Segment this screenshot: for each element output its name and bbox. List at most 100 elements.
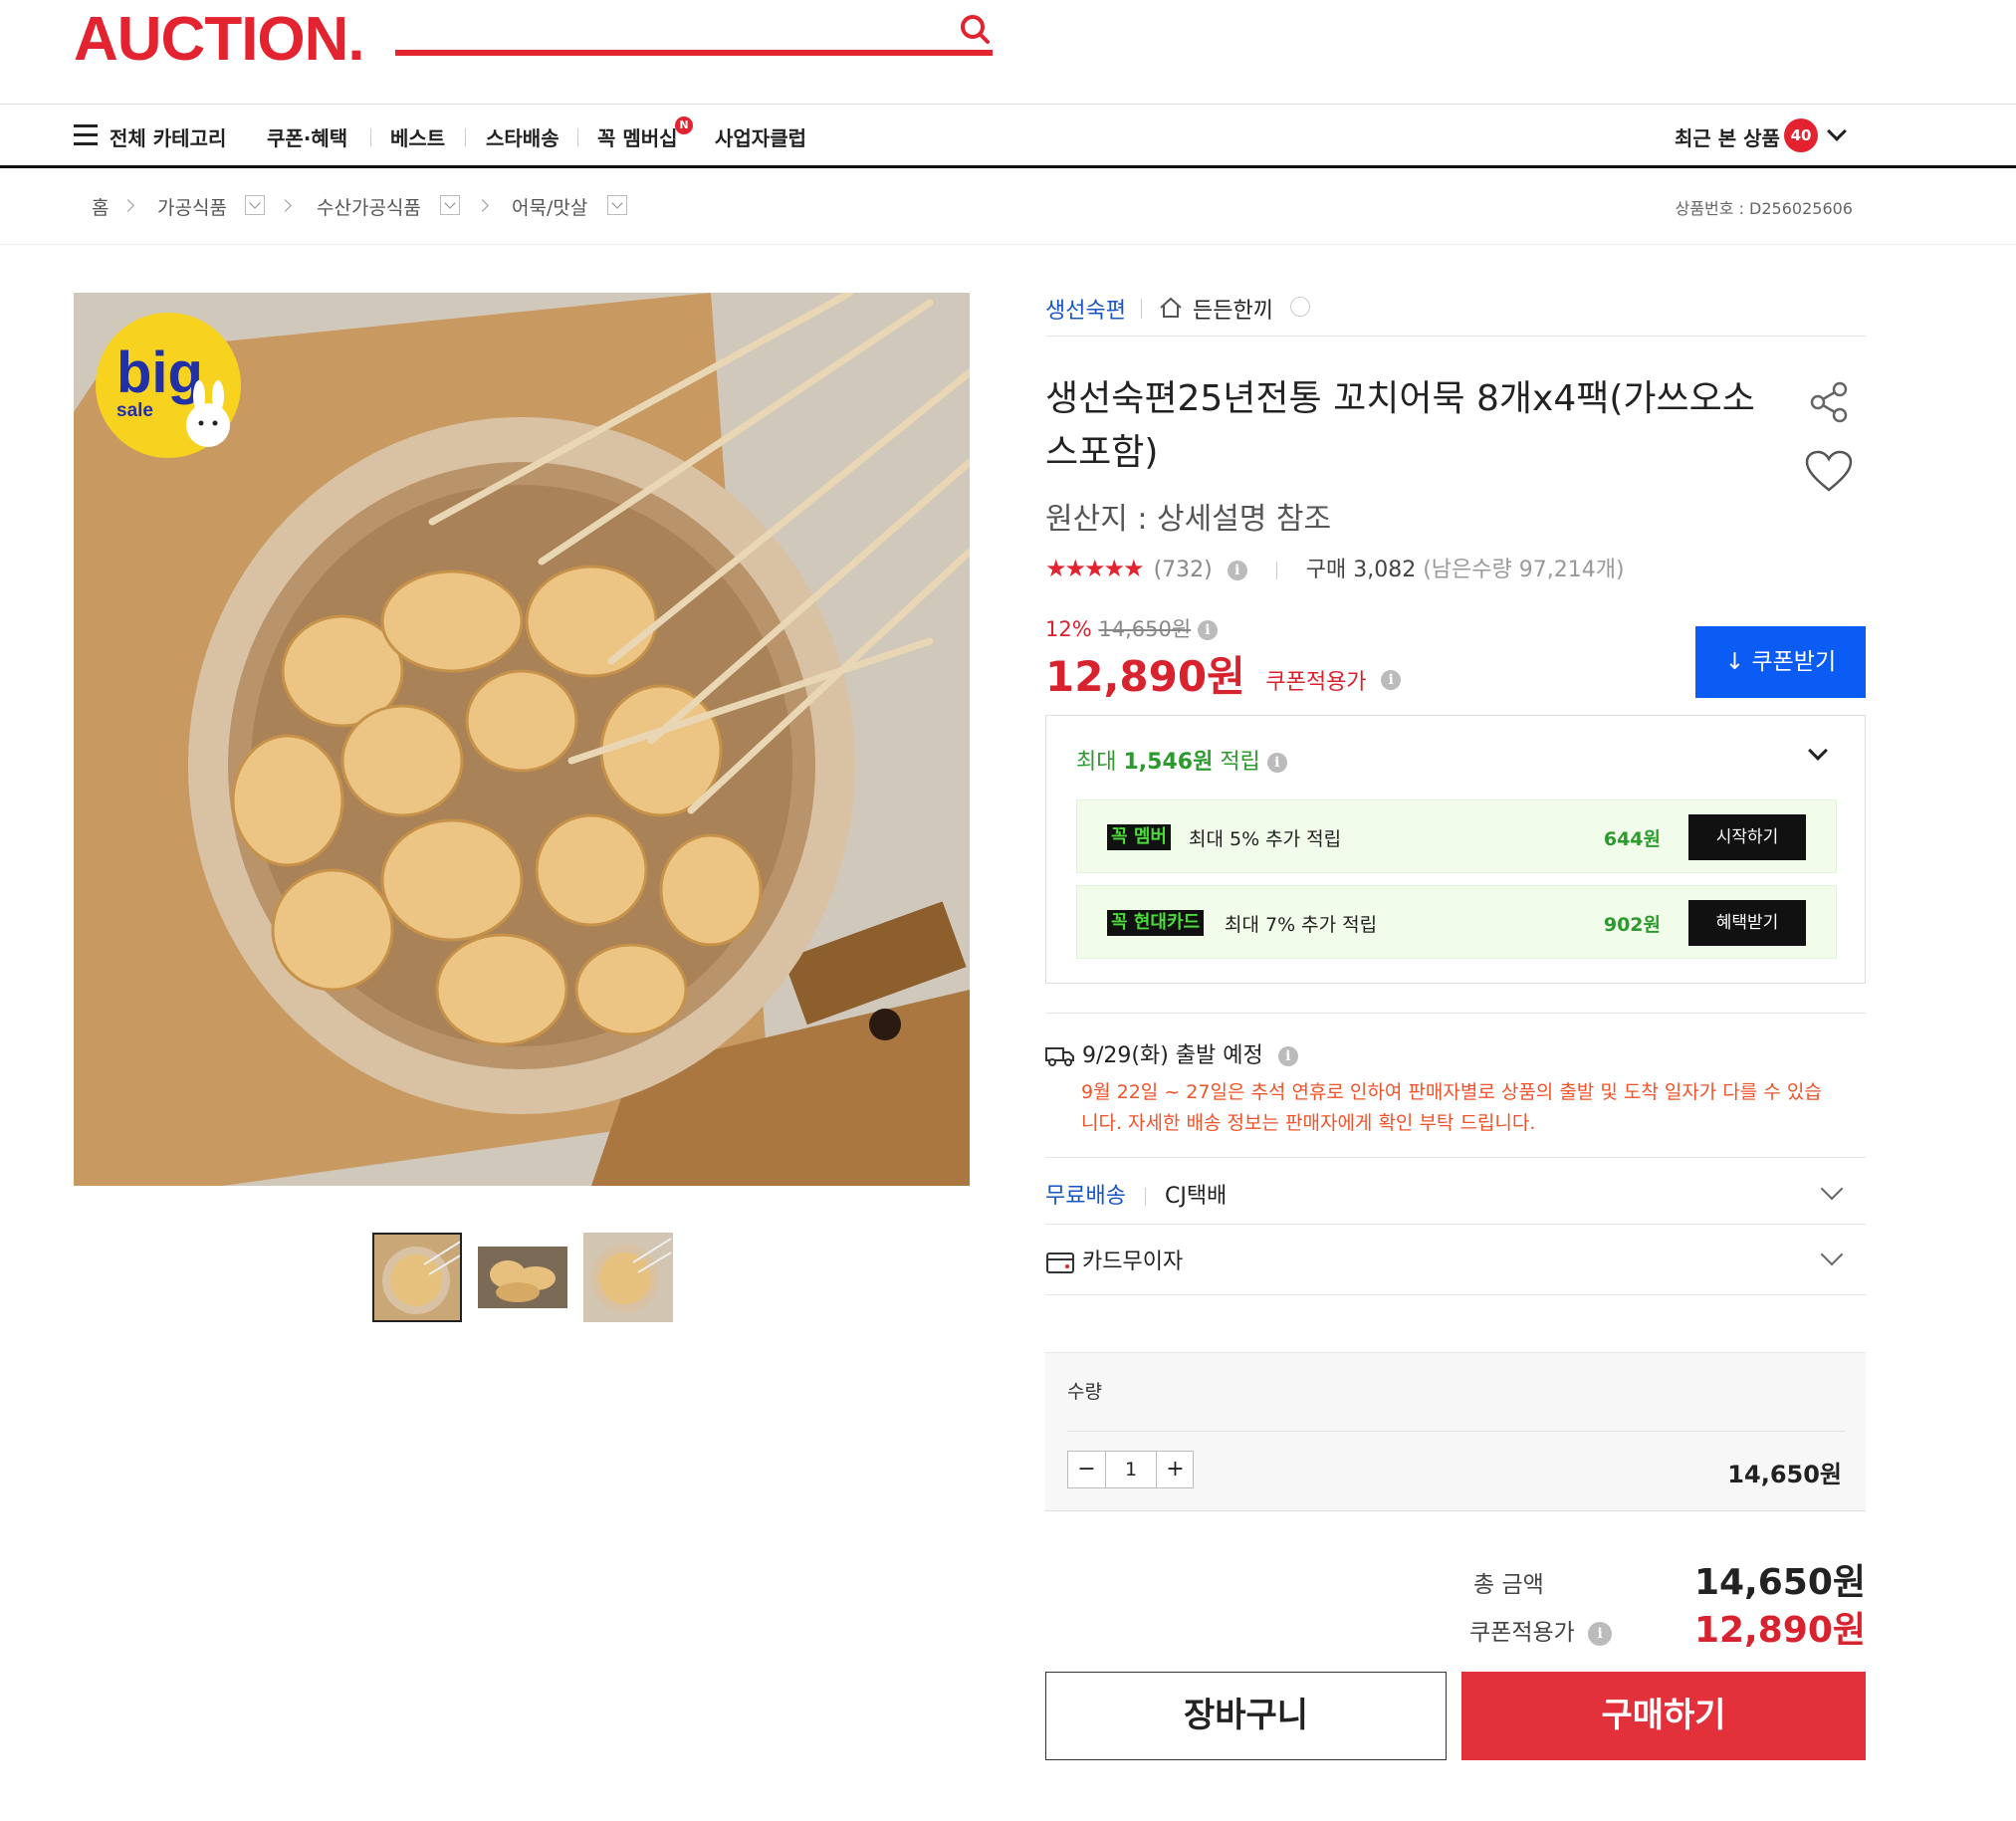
info-icon[interactable]: i <box>1277 1046 1298 1066</box>
share-icon[interactable] <box>1808 380 1852 424</box>
store-link[interactable]: 든든한끼 <box>1193 293 1273 325</box>
coupon-total-label: 쿠폰적용가 <box>1469 1620 1575 1646</box>
card-installment-row[interactable]: 카드무이자 <box>1045 1244 1183 1275</box>
nav-business-club[interactable]: 사업자클럽 <box>715 122 806 151</box>
review-count[interactable]: (732) <box>1154 558 1213 582</box>
reward-membership: 꼭 멤버 최대 5% 추가 적립 644원 시작하기 <box>1076 799 1837 873</box>
breadcrumb-fishcake[interactable]: 어묵/맛살 <box>512 193 587 220</box>
dropdown-icon[interactable] <box>440 195 460 215</box>
nav-coupon[interactable]: 쿠폰·혜택 <box>267 122 347 151</box>
rating-stars: ★★★★★ <box>1045 555 1145 582</box>
store-arrow-icon[interactable] <box>1290 297 1310 317</box>
quantity-stepper[interactable]: − 1 + <box>1067 1451 1194 1488</box>
breadcrumb-home[interactable]: 홈 <box>92 193 109 220</box>
menu-icon[interactable] <box>74 124 98 146</box>
delivery-row[interactable]: 무료배송 CJ택배 <box>1045 1178 1227 1210</box>
info-icon[interactable]: i <box>1197 620 1218 640</box>
truck-icon <box>1045 1047 1074 1066</box>
max-reward-suffix: 적립 <box>1220 750 1260 775</box>
thumbnail-1[interactable] <box>372 1233 462 1322</box>
rating-row: ★★★★★ (732) i 구매 3,082 (남은수량 97,214개) <box>1045 552 1625 583</box>
start-membership-button[interactable]: 시작하기 <box>1688 814 1806 860</box>
max-reward-prefix: 최대 <box>1076 750 1117 775</box>
dropdown-icon[interactable] <box>607 195 627 215</box>
heart-icon[interactable] <box>1804 450 1854 494</box>
tag-b: 멤버 <box>1133 826 1167 847</box>
thumbnail-2[interactable] <box>478 1233 567 1322</box>
coupon-total-value: 12,890원 <box>1693 1610 1866 1651</box>
nav-star-delivery[interactable]: 스타배송 <box>486 122 560 151</box>
divider <box>1045 1224 1866 1225</box>
brand-divider <box>1141 299 1142 319</box>
sale-price-row: 12,890원 쿠폰적용가 i <box>1045 643 1402 704</box>
carrier-label: CJ택배 <box>1164 1184 1228 1209</box>
info-icon[interactable]: i <box>1588 1621 1613 1646</box>
new-badge: N <box>675 116 693 134</box>
quantity-value[interactable]: 1 <box>1106 1452 1156 1487</box>
shipping-date: 9/29(화) 출발 예정 <box>1082 1043 1263 1068</box>
thumbnail-3[interactable] <box>583 1233 673 1322</box>
divider <box>1045 1013 1866 1014</box>
buy-now-button[interactable]: 구매하기 <box>1461 1672 1866 1760</box>
tag-a: 꼭 <box>1111 912 1128 933</box>
nav-best[interactable]: 베스트 <box>390 122 445 151</box>
breadcrumb-processed-food[interactable]: 가공식품 <box>157 193 227 220</box>
chevron-down-icon[interactable] <box>1820 1243 1844 1266</box>
nav-membership[interactable]: 꼭 멤버십 <box>597 122 678 151</box>
membership-tag: 꼭 멤버 <box>1107 824 1171 850</box>
delivery-divider <box>1144 1188 1146 1206</box>
sale-price: 12,890원 <box>1045 652 1245 701</box>
shipping-date-row: 9/29(화) 출발 예정 i <box>1045 1037 1298 1069</box>
recent-products[interactable]: 최근 본 상품 <box>1675 122 1780 151</box>
card-installment-label: 카드무이자 <box>1082 1250 1184 1274</box>
info-icon[interactable]: i <box>1381 669 1402 690</box>
get-coupon-button[interactable]: ↓ 쿠폰받기 <box>1695 626 1866 698</box>
chevron-down-icon[interactable] <box>1827 121 1847 141</box>
reward-box: 최대 1,546원 적립 i 꼭 멤버 최대 5% 추가 적립 644원 시작하… <box>1045 715 1866 984</box>
holiday-notice: 9월 22일 ~ 27일은 추석 연휴로 인하여 판매자별로 상품의 출발 및 … <box>1081 1081 1822 1134</box>
tag-a: 꼭 <box>1111 826 1128 847</box>
product-main-image[interactable]: big sale <box>74 293 970 1186</box>
get-benefit-button[interactable]: 혜택받기 <box>1688 900 1806 946</box>
auction-logo[interactable]: AUCTION. <box>74 4 365 75</box>
nav-divider <box>370 128 371 146</box>
chevron-right-icon <box>279 199 292 212</box>
big-sale-badge-big: big <box>116 341 203 405</box>
quantity-divider <box>1067 1431 1846 1432</box>
increase-button[interactable]: + <box>1156 1452 1194 1487</box>
info-icon[interactable]: i <box>1227 561 1247 580</box>
product-number: 상품번호 : D256025606 <box>1675 199 1853 218</box>
nav-divider <box>465 128 466 146</box>
search-icon[interactable] <box>958 12 992 46</box>
quantity-label: 수량 <box>1067 1381 1102 1403</box>
download-icon: ↓ <box>1724 649 1745 675</box>
big-sale-badge-sale: sale <box>116 400 153 421</box>
dropdown-icon[interactable] <box>245 195 265 215</box>
chevron-down-icon[interactable] <box>1820 1177 1844 1201</box>
reward-text: 최대 7% 추가 적립 <box>1225 914 1378 936</box>
rating-divider <box>1275 562 1277 579</box>
nav-all-categories[interactable]: 전체 카테고리 <box>110 122 226 151</box>
add-to-cart-button[interactable]: 장바구니 <box>1045 1672 1447 1760</box>
tag-b: 현대카드 <box>1133 912 1201 933</box>
total-value: 14,650원 <box>1693 1562 1866 1603</box>
line-price: 14,650원 <box>1727 1461 1842 1488</box>
breadcrumb-seafood[interactable]: 수산가공식품 <box>317 193 421 220</box>
brand-link[interactable]: 생선숙편 <box>1045 293 1126 325</box>
main-nav: 전체 카테고리 쿠폰·혜택 베스트 스타배송 꼭 멤버십 N 사업자클럽 최근 … <box>0 105 2016 168</box>
card-icon <box>1046 1252 1074 1273</box>
divider <box>1045 1294 1866 1295</box>
sale-price-label: 쿠폰적용가 <box>1265 669 1367 695</box>
decrease-button[interactable]: − <box>1068 1452 1106 1487</box>
search-input[interactable] <box>395 50 993 56</box>
product-title: 생선숙편25년전통 꼬치어묵 8개x4팩(가쓰오소스포함) <box>1045 378 1755 473</box>
nav-divider <box>577 128 578 146</box>
get-coupon-label: 쿠폰받기 <box>1751 649 1837 675</box>
info-icon[interactable]: i <box>1266 753 1287 773</box>
store-home-icon <box>1160 297 1182 318</box>
chevron-down-icon[interactable] <box>1808 741 1828 761</box>
stock-count: (남은수량 97,214개) <box>1423 558 1625 582</box>
quantity-box: 수량 − 1 + 14,650원 <box>1045 1352 1866 1511</box>
purchase-count: 구매 3,082 <box>1305 558 1417 582</box>
recent-count-badge: 40 <box>1784 118 1818 152</box>
